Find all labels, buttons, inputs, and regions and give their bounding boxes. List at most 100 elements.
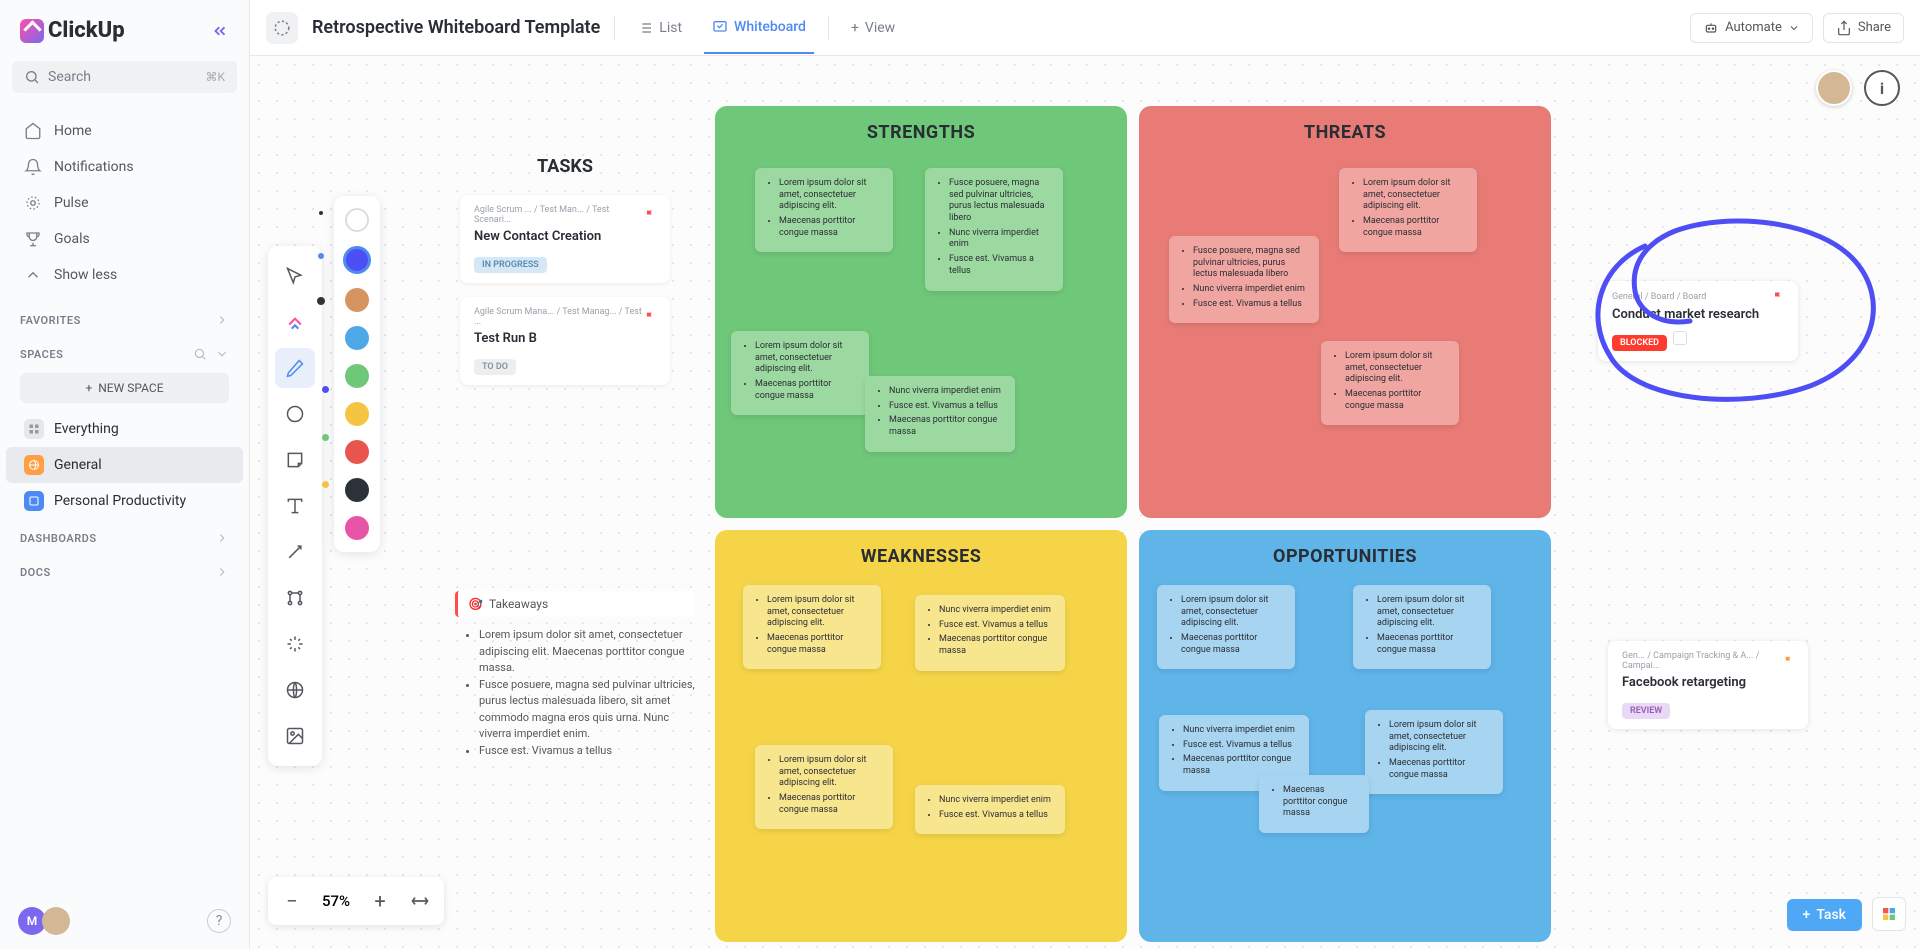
task-card[interactable]: General / Board / Board Conduct market r… <box>1598 281 1798 361</box>
takeaways-section[interactable]: 🎯Takeaways Lorem ipsum dolor sit amet, c… <box>455 591 695 759</box>
stroke-dot[interactable] <box>319 211 323 215</box>
color-red[interactable] <box>345 440 369 464</box>
share-icon <box>1836 20 1852 36</box>
apps-button[interactable] <box>1872 897 1906 931</box>
web-tool[interactable] <box>275 670 315 710</box>
color-pink[interactable] <box>345 516 369 540</box>
sticky-note[interactable]: Lorem ipsum dolor sit amet, consectetuer… <box>743 585 881 669</box>
sticky-note[interactable]: Lorem ipsum dolor sit amet, consectetuer… <box>755 168 893 252</box>
color-white[interactable] <box>345 208 369 232</box>
color-tan[interactable] <box>345 288 369 312</box>
automate-button[interactable]: Automate <box>1690 13 1813 43</box>
sticky-note[interactable]: Lorem ipsum dolor sit amet, consectetuer… <box>755 745 893 829</box>
shape-tool[interactable] <box>275 394 315 434</box>
zoom-in-button[interactable]: + <box>362 883 398 919</box>
color-palette <box>334 196 380 552</box>
stroke-dot[interactable] <box>318 253 324 259</box>
section-favorites[interactable]: FAVORITES <box>0 301 249 335</box>
pulse-icon <box>24 194 42 212</box>
sticky-note[interactable]: Maecenas porttitor congue massa <box>1259 775 1369 833</box>
sidebar-header: ClickUp <box>0 0 249 61</box>
share-label: Share <box>1858 20 1891 35</box>
logo[interactable]: ClickUp <box>20 18 125 43</box>
swot-grid: STRENGTHS Lorem ipsum dolor sit amet, co… <box>715 106 1551 942</box>
clickup-tool[interactable] <box>275 302 315 342</box>
space-general[interactable]: General <box>6 447 243 483</box>
pointer-tool[interactable] <box>275 256 315 296</box>
sticky-note[interactable]: Fusce posuere, magna sed pulvinar ultric… <box>1169 236 1319 323</box>
sticky-note[interactable]: Fusce posuere, magna sed pulvinar ultric… <box>925 168 1063 291</box>
sticky-note[interactable]: Lorem ipsum dolor sit amet, consectetuer… <box>731 331 869 415</box>
add-view-button[interactable]: +View <box>843 14 903 53</box>
sticky-note[interactable]: Nunc viverra imperdiet enimFusce est. Vi… <box>915 595 1065 671</box>
task-card[interactable]: Agile Scrum Mana... / Test Manag... / Te… <box>460 297 670 385</box>
zoom-controls: − 57% + <box>268 877 444 925</box>
status-pill: BLOCKED <box>1612 335 1667 351</box>
section-spaces[interactable]: SPACES <box>0 335 249 369</box>
relationship-tool[interactable] <box>275 578 315 618</box>
quadrant-strengths[interactable]: STRENGTHS Lorem ipsum dolor sit amet, co… <box>715 106 1127 518</box>
quadrant-weaknesses[interactable]: WEAKNESSES Lorem ipsum dolor sit amet, c… <box>715 530 1127 942</box>
zoom-out-button[interactable]: − <box>274 883 310 919</box>
section-dashboards[interactable]: DASHBOARDS <box>0 519 249 553</box>
search-small-icon[interactable] <box>193 347 207 361</box>
sticky-note[interactable]: Lorem ipsum dolor sit amet, consectetuer… <box>1353 585 1491 669</box>
strengths-title: STRENGTHS <box>731 122 1111 143</box>
whiteboard-canvas[interactable]: TASKS Agile Scrum ... / Test Man... / Te… <box>250 56 1920 949</box>
sticky-note[interactable]: Lorem ipsum dolor sit amet, consectetuer… <box>1321 341 1459 425</box>
nav-notifications[interactable]: Notifications <box>12 149 237 185</box>
image-tool[interactable] <box>275 716 315 756</box>
color-green[interactable] <box>345 364 369 388</box>
fit-width-button[interactable] <box>402 883 438 919</box>
weaknesses-title: WEAKNESSES <box>731 546 1111 567</box>
status-pill: TO DO <box>474 359 516 375</box>
bell-icon <box>24 158 42 176</box>
nav-goals[interactable]: Goals <box>12 221 237 257</box>
tab-list[interactable]: List <box>629 14 690 53</box>
nav-home[interactable]: Home <box>12 113 237 149</box>
color-yellow[interactable] <box>345 402 369 426</box>
color-black[interactable] <box>345 478 369 502</box>
new-task-button[interactable]: +Task <box>1787 899 1862 931</box>
stroke-size-dots <box>316 211 325 305</box>
sticky-note[interactable]: Nunc viverra imperdiet enimFusce est. Vi… <box>915 785 1065 834</box>
user-avatar-2[interactable] <box>42 907 70 935</box>
nav-show-less[interactable]: Show less <box>12 257 237 293</box>
chevron-right-icon <box>215 313 229 327</box>
stroke-dot[interactable] <box>317 297 325 305</box>
pen-tool[interactable] <box>275 348 315 388</box>
board-icon[interactable] <box>266 12 298 44</box>
sticky-note[interactable]: Lorem ipsum dolor sit amet, consectetuer… <box>1339 168 1477 252</box>
space-everything[interactable]: Everything <box>6 411 243 447</box>
color-blue[interactable] <box>345 326 369 350</box>
quadrant-threats[interactable]: THREATS Lorem ipsum dolor sit amet, cons… <box>1139 106 1551 518</box>
task-card[interactable]: Agile Scrum ... / Test Man... / Test Sce… <box>460 195 670 283</box>
sticky-note[interactable]: Nunc viverra imperdiet enimFusce est. Vi… <box>865 376 1015 452</box>
collaborator-avatar[interactable] <box>1816 70 1852 106</box>
sticky-note[interactable]: Lorem ipsum dolor sit amet, consectetuer… <box>1157 585 1295 669</box>
spaces-label: SPACES <box>20 348 63 361</box>
collapse-sidebar-icon[interactable] <box>211 22 229 40</box>
new-space-button[interactable]: +NEW SPACE <box>20 373 229 403</box>
text-tool[interactable] <box>275 486 315 526</box>
chevron-down-icon[interactable] <box>215 347 229 361</box>
space-personal[interactable]: Personal Productivity <box>6 483 243 519</box>
nav-pulse[interactable]: Pulse <box>12 185 237 221</box>
palette-indicator <box>322 481 329 488</box>
list-icon <box>637 20 653 36</box>
dashboards-label: DASHBOARDS <box>20 532 97 545</box>
help-icon[interactable]: ? <box>207 909 231 933</box>
quadrant-opportunities[interactable]: OPPORTUNITIES Lorem ipsum dolor sit amet… <box>1139 530 1551 942</box>
tab-whiteboard[interactable]: Whiteboard <box>704 13 814 54</box>
takeaways-body: Lorem ipsum dolor sit amet, consectetuer… <box>455 627 695 759</box>
sparkle-tool[interactable] <box>275 624 315 664</box>
section-docs[interactable]: DOCS <box>0 553 249 587</box>
share-button[interactable]: Share <box>1823 13 1904 43</box>
info-icon[interactable]: i <box>1864 70 1900 106</box>
task-card[interactable]: Gen... / Campaign Tracking & A... / Camp… <box>1608 641 1808 729</box>
color-indigo[interactable] <box>343 246 371 274</box>
connector-tool[interactable] <box>275 532 315 572</box>
sticky-note[interactable]: Lorem ipsum dolor sit amet, consectetuer… <box>1365 710 1503 794</box>
search-input[interactable]: Search ⌘K <box>12 61 237 93</box>
sticky-tool[interactable] <box>275 440 315 480</box>
